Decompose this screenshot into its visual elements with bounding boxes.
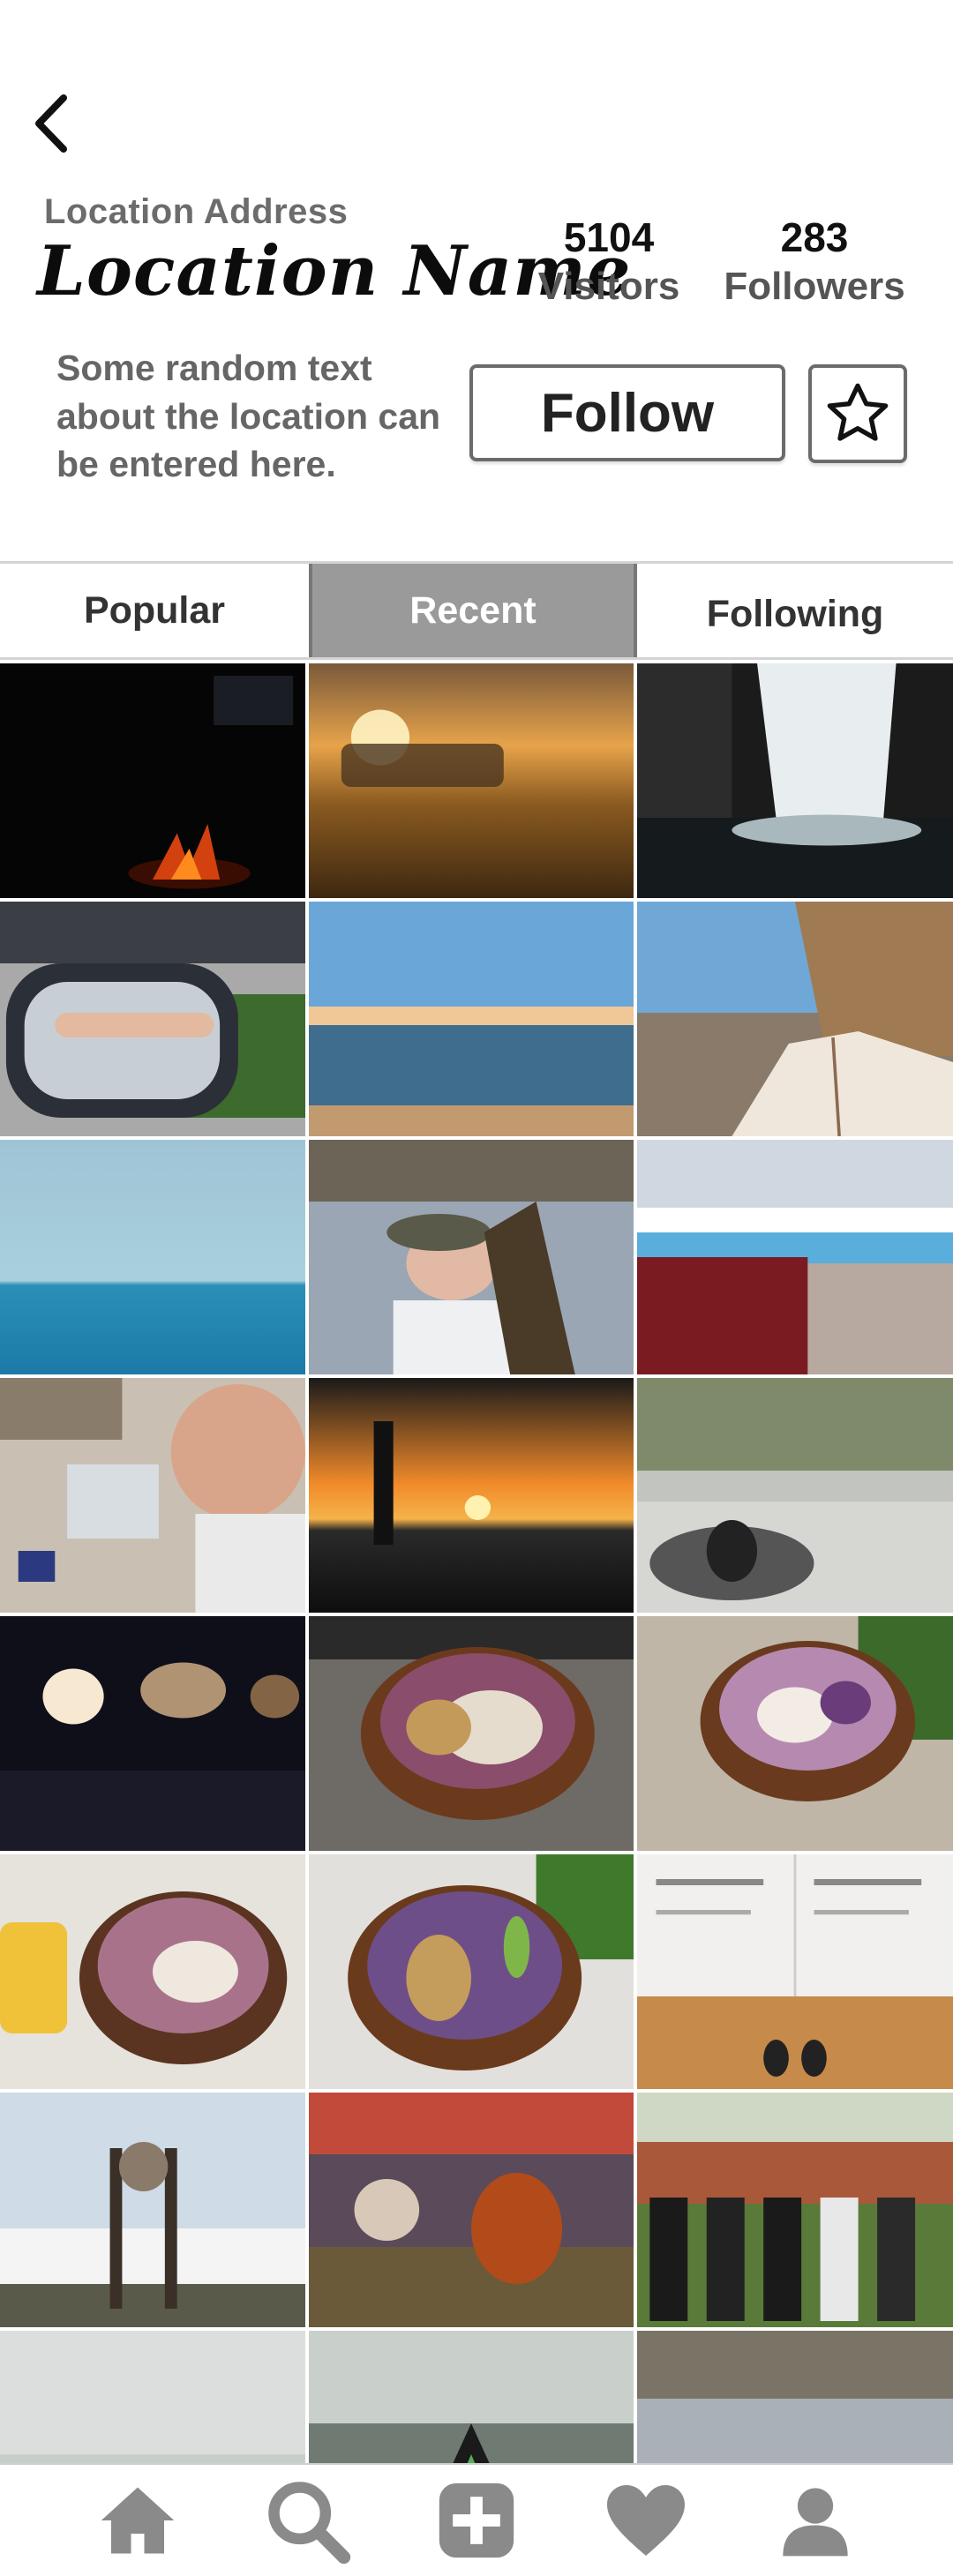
nav-add-button[interactable]: [428, 2472, 525, 2569]
photo-airplane-cabin[interactable]: [0, 1616, 309, 1851]
home-icon: [101, 2487, 175, 2554]
add-icon: [439, 2482, 514, 2558]
tab-recent[interactable]: Recent: [309, 564, 637, 657]
favorite-button[interactable]: [808, 364, 907, 463]
photo-garden-pond[interactable]: [637, 1378, 953, 1613]
photo-pool-laptop[interactable]: [637, 1140, 953, 1374]
profile-icon: [783, 2488, 848, 2557]
nav-activity-button[interactable]: [597, 2472, 694, 2569]
visitors-stat[interactable]: 5104 Visitors: [507, 215, 710, 310]
followers-label: Followers: [724, 264, 905, 308]
photo-sunset-truck[interactable]: [309, 663, 637, 898]
followers-stat[interactable]: 283 Followers: [713, 215, 916, 310]
photo-acai-bowl-1[interactable]: [309, 1616, 637, 1851]
photo-ocean-horizon[interactable]: [0, 1140, 309, 1374]
photo-dancers[interactable]: [637, 2093, 953, 2327]
location-address: Location Address: [44, 192, 349, 231]
photo-a-frame-forest[interactable]: [309, 2331, 637, 2463]
feed-tabs: Popular Recent Following: [0, 561, 953, 660]
nav-search-button[interactable]: [259, 2472, 356, 2569]
photo-acai-candle[interactable]: [0, 1854, 309, 2089]
photo-festival-crowd[interactable]: [309, 2093, 637, 2327]
star-icon: [827, 383, 889, 441]
photo-reading-hammock[interactable]: [637, 902, 953, 1136]
chevron-left-icon: [35, 94, 67, 153]
followers-count: 283: [780, 214, 849, 260]
search-icon: [268, 2482, 351, 2565]
photo-beach-shore[interactable]: [309, 902, 637, 1136]
photo-person-boat[interactable]: [637, 2331, 953, 2463]
photo-magazine-shoes[interactable]: [637, 1854, 953, 2089]
tab-following[interactable]: Following: [637, 564, 953, 657]
nav-home-button[interactable]: [89, 2472, 186, 2569]
tab-popular[interactable]: Popular: [0, 564, 309, 657]
photo-waterfall[interactable]: [637, 663, 953, 898]
back-button[interactable]: [25, 88, 78, 159]
photo-sign-clouds[interactable]: [0, 2093, 309, 2327]
photo-car-mirror[interactable]: [0, 902, 309, 1136]
photo-acai-bowl-2[interactable]: [637, 1616, 953, 1851]
photo-selfie-laptop[interactable]: [0, 1378, 309, 1613]
visitors-count: 5104: [563, 214, 655, 260]
heart-icon: [607, 2485, 685, 2556]
bottom-navigation: [0, 2463, 953, 2576]
photo-acai-greens[interactable]: [309, 1854, 637, 2089]
location-description: Some random text about the location can …: [56, 348, 441, 485]
photo-woman-boat[interactable]: [309, 1140, 637, 1374]
photo-sunset-silhouette[interactable]: [309, 1378, 637, 1613]
photo-misty-field[interactable]: [0, 2331, 309, 2463]
photo-grid: [0, 663, 953, 2463]
follow-button[interactable]: Follow: [469, 364, 785, 461]
photo-campfire[interactable]: [0, 663, 309, 898]
nav-profile-button[interactable]: [767, 2472, 864, 2569]
visitors-label: Visitors: [537, 264, 680, 308]
